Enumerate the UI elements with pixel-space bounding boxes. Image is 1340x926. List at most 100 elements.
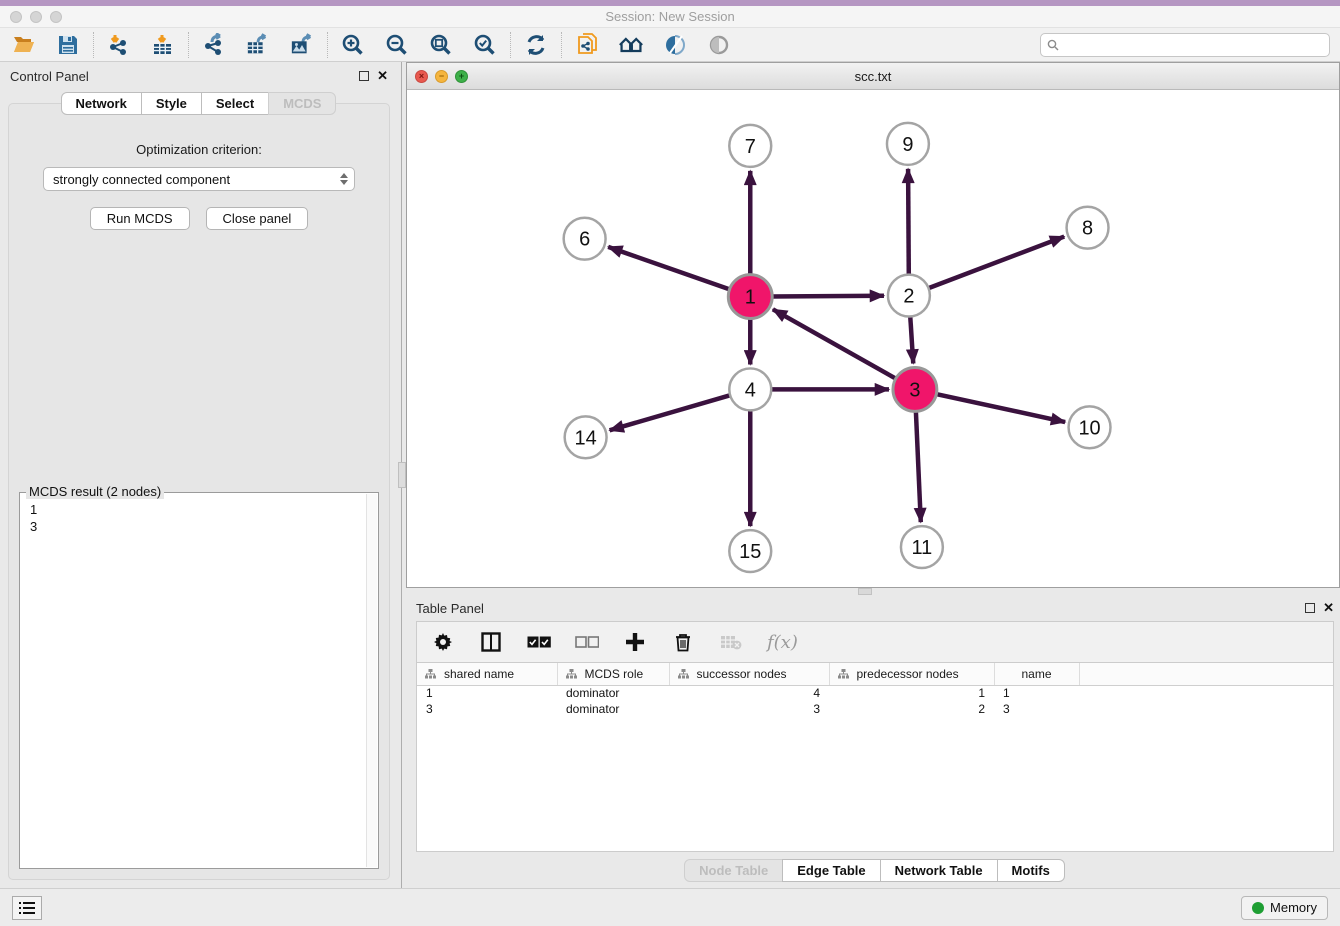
export-table-icon[interactable]: [246, 33, 270, 57]
table-tab-network-table[interactable]: Network Table: [880, 859, 998, 882]
result-scrollbar[interactable]: [366, 494, 377, 867]
run-mcds-button[interactable]: Run MCDS: [90, 207, 190, 230]
table-tab-motifs[interactable]: Motifs: [997, 859, 1065, 882]
search-input[interactable]: [1063, 38, 1323, 52]
node-7[interactable]: 7: [729, 125, 771, 167]
import-table-icon[interactable]: [151, 33, 175, 57]
tab-style[interactable]: Style: [141, 92, 202, 115]
apply-layout-icon[interactable]: [524, 33, 548, 57]
column-header-predecessor-nodes[interactable]: predecessor nodes: [829, 663, 994, 685]
save-icon[interactable]: [56, 33, 80, 57]
zoom-fit-icon[interactable]: [429, 33, 453, 57]
float-panel-icon[interactable]: [359, 71, 369, 81]
mcds-result-list: 13: [20, 493, 378, 543]
table-panel: Table Panel ✕: [406, 595, 1340, 888]
cell-successor-nodes[interactable]: 3: [669, 701, 829, 717]
cell-successor-nodes[interactable]: 4: [669, 685, 829, 701]
deselect-checkboxes-icon[interactable]: [575, 630, 599, 654]
mcds-result-item: 1: [30, 501, 368, 518]
cell-MCDS-role[interactable]: dominator: [557, 701, 669, 717]
column-header-shared-name[interactable]: shared name: [417, 663, 557, 685]
tab-network[interactable]: Network: [61, 92, 142, 115]
node-label: 3: [909, 379, 920, 401]
tab-mcds[interactable]: MCDS: [268, 92, 336, 115]
column-header-name[interactable]: name: [994, 663, 1079, 685]
edge-3-10[interactable]: [934, 394, 1065, 422]
select-all-checkboxes-icon[interactable]: [527, 630, 551, 654]
search-field[interactable]: [1040, 33, 1330, 57]
edge-2-9[interactable]: [908, 169, 909, 277]
float-table-panel-icon[interactable]: [1305, 603, 1315, 613]
control-panel-tabs: NetworkStyleSelectMCDS: [0, 92, 398, 115]
horizontal-splitter[interactable]: [406, 588, 1340, 595]
export-image-icon[interactable]: [290, 33, 314, 57]
network-canvas[interactable]: 1 2 3 4 6 7 8 9 10 11 14 15: [407, 90, 1339, 587]
edge-2-3[interactable]: [910, 315, 913, 364]
edge-1-2[interactable]: [770, 296, 884, 297]
edge-4-14[interactable]: [610, 395, 732, 431]
node-4[interactable]: 4: [729, 368, 771, 410]
style-paint-icon[interactable]: [663, 33, 687, 57]
close-panel-icon[interactable]: ✕: [377, 71, 388, 81]
node-3[interactable]: 3: [893, 367, 937, 411]
vertical-splitter[interactable]: [398, 62, 406, 888]
network-view-window: × − + scc.txt 1 2 3 4 6 7 8 9 10 11 14 15: [406, 62, 1340, 588]
control-panel-title: Control Panel: [10, 69, 89, 84]
node-8[interactable]: 8: [1067, 207, 1109, 249]
delete-trash-icon[interactable]: [671, 630, 695, 654]
node-9[interactable]: 9: [887, 123, 929, 165]
close-table-panel-icon[interactable]: ✕: [1323, 603, 1334, 613]
cell-name[interactable]: 3: [994, 701, 1079, 717]
hierarchy-icon: [678, 669, 689, 679]
home-networks-icon[interactable]: [619, 33, 643, 57]
edge-2-8[interactable]: [927, 237, 1065, 289]
network-window-titlebar[interactable]: × − + scc.txt: [407, 63, 1339, 90]
node-label: 8: [1082, 218, 1093, 240]
table-row[interactable]: 1dominator411: [417, 685, 1333, 701]
open-folder-icon[interactable]: [12, 33, 36, 57]
tab-select[interactable]: Select: [201, 92, 269, 115]
node-14[interactable]: 14: [565, 416, 607, 458]
edge-3-1[interactable]: [773, 309, 898, 379]
node-10[interactable]: 10: [1069, 406, 1111, 448]
task-history-button[interactable]: [12, 896, 42, 920]
zoom-selected-icon[interactable]: [473, 33, 497, 57]
splitter-grip[interactable]: [858, 588, 872, 595]
cell-name[interactable]: 1: [994, 685, 1079, 701]
network-graph[interactable]: 1 2 3 4 6 7 8 9 10 11 14 15: [407, 90, 1339, 587]
zoom-out-icon[interactable]: [385, 33, 409, 57]
add-column-icon[interactable]: [623, 630, 647, 654]
cell-predecessor-nodes[interactable]: 1: [829, 685, 994, 701]
edge-1-6[interactable]: [608, 247, 731, 290]
column-header-MCDS-role[interactable]: MCDS role: [557, 663, 669, 685]
cell-MCDS-role[interactable]: dominator: [557, 685, 669, 701]
cell-shared-name[interactable]: 3: [417, 701, 557, 717]
splitter-grip[interactable]: [398, 462, 406, 488]
node-15[interactable]: 15: [729, 530, 771, 572]
split-columns-icon[interactable]: [479, 630, 503, 654]
import-network-icon[interactable]: [107, 33, 131, 57]
memory-button[interactable]: Memory: [1241, 896, 1328, 920]
zoom-in-icon[interactable]: [341, 33, 365, 57]
node-2[interactable]: 2: [888, 275, 930, 317]
node-1[interactable]: 1: [728, 275, 772, 319]
criterion-select[interactable]: strongly connected component: [43, 167, 355, 191]
eye-disabled-icon[interactable]: [707, 33, 731, 57]
application-window: Session: New Session: [0, 0, 1340, 926]
memory-label: Memory: [1270, 900, 1317, 915]
settings-gear-icon[interactable]: [431, 630, 455, 654]
export-network-icon[interactable]: [202, 33, 226, 57]
node-table[interactable]: shared nameMCDS rolesuccessor nodesprede…: [416, 663, 1334, 852]
column-header-successor-nodes[interactable]: successor nodes: [669, 663, 829, 685]
node-6[interactable]: 6: [564, 218, 606, 260]
edge-3-11[interactable]: [916, 409, 921, 522]
close-panel-button[interactable]: Close panel: [206, 207, 309, 230]
cell-shared-name[interactable]: 1: [417, 685, 557, 701]
cell-predecessor-nodes[interactable]: 2: [829, 701, 994, 717]
network-document-icon[interactable]: [575, 33, 599, 57]
table-row[interactable]: 3dominator323: [417, 701, 1333, 717]
node-11[interactable]: 11: [901, 526, 943, 568]
table-tab-node-table[interactable]: Node Table: [684, 859, 783, 882]
table-tab-edge-table[interactable]: Edge Table: [782, 859, 880, 882]
node-label: 7: [745, 136, 756, 158]
